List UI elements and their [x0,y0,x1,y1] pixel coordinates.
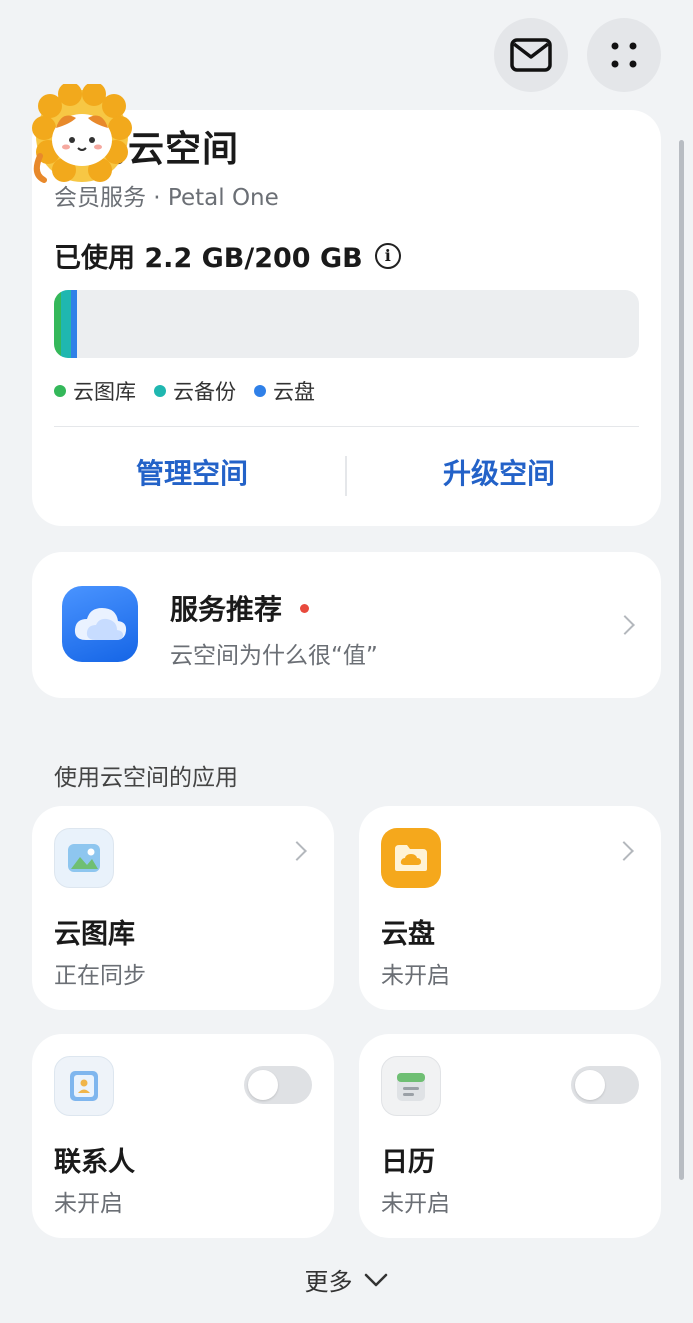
toggle-knob [248,1070,278,1100]
legend-item-drive: 云盘 [254,376,315,406]
more-apps-button[interactable]: 更多 [0,1262,693,1297]
chevron-down-icon [364,1273,387,1286]
app-tile-gallery[interactable]: 云图库 正在同步 [32,806,334,1010]
app-name: 云图库 [54,919,135,950]
contacts-icon [54,1056,114,1116]
service-title-row: 服务推荐 [170,588,310,628]
legend-item-gallery: 云图库 [54,376,136,406]
legend-dot [54,385,66,397]
chevron-right-icon [614,841,634,861]
new-badge-dot [300,603,310,613]
legend-label: 云备份 [173,380,236,404]
toggle-knob [575,1070,605,1100]
service-recommendation-card[interactable]: 服务推荐 云空间为什么很“值” [32,552,661,698]
cat-avatar-sticker[interactable] [30,84,134,188]
divider [54,426,639,427]
app-status: 未开启 [381,1191,450,1217]
storage-usage-bar [54,290,639,358]
usage-segment-gallery [54,290,61,358]
service-subtitle: 云空间为什么很“值” [170,643,378,669]
chevron-right-icon [615,615,635,635]
app-name: 云盘 [381,919,435,950]
grid-dots-icon [611,42,637,68]
storage-used: 已使用 2.2 GB/200 GB i [54,236,401,275]
app-tile-contacts[interactable]: 联系人 未开启 [32,1034,334,1238]
legend-dot [254,385,266,397]
info-icon[interactable]: i [374,242,401,269]
cloud-space-page: 我的云空间 会员服务 · Petal One 已使用 2.2 GB/200 GB… [0,0,693,1323]
cloud-icon [74,608,127,640]
legend-label: 云图库 [73,380,136,404]
usage-segment-backup [61,290,71,358]
storage-used-label: 已使用 2.2 GB/200 GB [54,243,363,274]
more-label: 更多 [304,1268,353,1296]
mail-button[interactable] [494,18,568,92]
app-status: 未开启 [381,963,450,989]
upgrade-space-button[interactable]: 升级空间 [369,452,629,492]
cloud-app-icon [62,586,138,662]
chevron-right-icon [287,841,307,861]
usage-segment-drive [71,290,77,358]
calendar-sync-toggle[interactable] [571,1066,639,1104]
gallery-icon [54,828,114,888]
more-menu-button[interactable] [587,18,661,92]
apps-section-title: 使用云空间的应用 [54,765,238,791]
calendar-icon [381,1056,441,1116]
storage-legend: 云图库 云备份 云盘 [54,376,315,406]
manage-space-button[interactable]: 管理空间 [62,452,322,492]
legend-dot [154,385,166,397]
app-name: 联系人 [54,1147,135,1178]
app-name: 日历 [381,1147,435,1178]
app-status: 正在同步 [54,963,146,989]
app-tile-drive[interactable]: 云盘 未开启 [359,806,661,1010]
legend-label: 云盘 [273,380,315,404]
drive-icon [381,828,441,888]
contacts-sync-toggle[interactable] [244,1066,312,1104]
service-title: 服务推荐 [170,593,283,626]
app-tile-calendar[interactable]: 日历 未开启 [359,1034,661,1238]
app-status: 未开启 [54,1191,123,1217]
scrollbar[interactable] [679,140,684,1180]
legend-item-backup: 云备份 [154,376,236,406]
divider [345,456,347,496]
mail-icon [510,38,552,72]
